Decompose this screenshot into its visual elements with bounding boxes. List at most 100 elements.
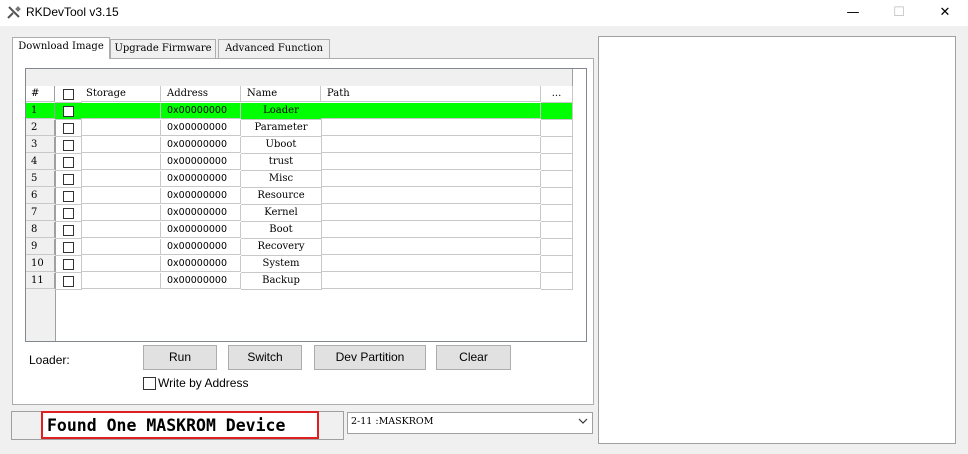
- row-storage[interactable]: [81, 171, 161, 187]
- row-name[interactable]: Boot: [241, 222, 322, 239]
- row-name[interactable]: Uboot: [241, 137, 322, 154]
- row-checkbox[interactable]: [63, 191, 74, 202]
- row-name[interactable]: Loader: [241, 103, 322, 120]
- row-checkbox-cell[interactable]: [55, 120, 82, 137]
- row-browse[interactable]: [541, 256, 573, 273]
- row-storage[interactable]: [81, 154, 161, 170]
- row-checkbox[interactable]: [63, 174, 74, 185]
- row-storage[interactable]: [81, 188, 161, 204]
- row-checkbox[interactable]: [63, 208, 74, 219]
- run-button[interactable]: Run: [143, 345, 217, 370]
- col-header-path[interactable]: Path: [321, 86, 541, 102]
- row-name[interactable]: Parameter: [241, 120, 322, 137]
- row-browse[interactable]: [541, 120, 573, 137]
- row-storage[interactable]: [81, 103, 161, 119]
- row-address[interactable]: 0x00000000: [161, 120, 241, 136]
- row-browse[interactable]: [541, 171, 573, 188]
- row-address[interactable]: 0x00000000: [161, 256, 241, 272]
- row-path[interactable]: [321, 171, 541, 187]
- col-header-more[interactable]: ...: [541, 86, 573, 103]
- row-storage[interactable]: [81, 222, 161, 238]
- row-storage[interactable]: [81, 120, 161, 136]
- clear-button[interactable]: Clear: [436, 345, 511, 370]
- row-storage[interactable]: [81, 256, 161, 272]
- row-checkbox-cell[interactable]: [55, 137, 82, 154]
- dev-partition-button[interactable]: Dev Partition: [314, 345, 426, 370]
- row-address[interactable]: 0x00000000: [161, 103, 241, 119]
- row-checkbox-cell[interactable]: [55, 205, 82, 222]
- table-row[interactable]: 11 0x00000000 Backup: [26, 273, 573, 290]
- close-button[interactable]: ✕: [922, 0, 968, 26]
- row-browse[interactable]: [541, 103, 573, 120]
- row-checkbox[interactable]: [63, 225, 74, 236]
- row-path[interactable]: [321, 222, 541, 238]
- row-storage[interactable]: [81, 239, 161, 255]
- row-name[interactable]: System: [241, 256, 322, 273]
- table-row[interactable]: 2 0x00000000 Parameter: [26, 120, 573, 137]
- row-address[interactable]: 0x00000000: [161, 188, 241, 204]
- write-by-address-checkbox[interactable]: [143, 377, 156, 390]
- row-checkbox-cell[interactable]: [55, 103, 82, 120]
- row-name[interactable]: Resource: [241, 188, 322, 205]
- row-browse[interactable]: [541, 273, 573, 290]
- switch-button[interactable]: Switch: [228, 345, 302, 370]
- table-row[interactable]: 10 0x00000000 System: [26, 256, 573, 273]
- row-checkbox-cell[interactable]: [55, 222, 82, 239]
- row-address[interactable]: 0x00000000: [161, 171, 241, 187]
- row-checkbox-cell[interactable]: [55, 273, 82, 290]
- row-checkbox-cell[interactable]: [55, 154, 82, 171]
- row-name[interactable]: Backup: [241, 273, 322, 290]
- col-header-storage[interactable]: Storage: [81, 86, 161, 102]
- device-dropdown[interactable]: 2-11 :MASKROM: [347, 412, 593, 434]
- row-checkbox[interactable]: [63, 242, 74, 253]
- table-row[interactable]: 7 0x00000000 Kernel: [26, 205, 573, 222]
- row-address[interactable]: 0x00000000: [161, 205, 241, 221]
- table-row[interactable]: 1 0x00000000 Loader: [26, 103, 573, 120]
- row-name[interactable]: trust: [241, 154, 322, 171]
- row-browse[interactable]: [541, 154, 573, 171]
- row-checkbox[interactable]: [63, 276, 74, 287]
- write-by-address-label[interactable]: Write by Address: [158, 376, 248, 390]
- row-address[interactable]: 0x00000000: [161, 137, 241, 153]
- row-path[interactable]: [321, 273, 541, 289]
- row-browse[interactable]: [541, 239, 573, 256]
- row-path[interactable]: [321, 239, 541, 255]
- tab-download-image[interactable]: Download Image: [12, 37, 110, 59]
- table-row[interactable]: 8 0x00000000 Boot: [26, 222, 573, 239]
- row-path[interactable]: [321, 205, 541, 221]
- row-storage[interactable]: [81, 137, 161, 153]
- tab-upgrade-firmware[interactable]: Upgrade Firmware: [110, 39, 216, 58]
- row-checkbox-cell[interactable]: [55, 256, 82, 273]
- chevron-down-icon[interactable]: [578, 416, 588, 426]
- maximize-button[interactable]: ☐: [876, 0, 922, 26]
- row-checkbox[interactable]: [63, 259, 74, 270]
- row-address[interactable]: 0x00000000: [161, 239, 241, 255]
- table-row[interactable]: 4 0x00000000 trust: [26, 154, 573, 171]
- row-address[interactable]: 0x00000000: [161, 273, 241, 289]
- row-address[interactable]: 0x00000000: [161, 154, 241, 170]
- table-row[interactable]: 5 0x00000000 Misc: [26, 171, 573, 188]
- row-checkbox-cell[interactable]: [55, 188, 82, 205]
- table-row[interactable]: 9 0x00000000 Recovery: [26, 239, 573, 256]
- row-checkbox[interactable]: [63, 140, 74, 151]
- tab-advanced-function[interactable]: Advanced Function: [218, 39, 330, 58]
- row-name[interactable]: Kernel: [241, 205, 322, 222]
- row-name[interactable]: Misc: [241, 171, 322, 188]
- row-address[interactable]: 0x00000000: [161, 222, 241, 238]
- row-browse[interactable]: [541, 188, 573, 205]
- col-header-address[interactable]: Address: [161, 86, 241, 102]
- log-output-panel[interactable]: [598, 36, 956, 444]
- row-checkbox[interactable]: [63, 106, 74, 117]
- row-checkbox-cell[interactable]: [55, 239, 82, 256]
- select-all-checkbox[interactable]: [63, 89, 74, 100]
- row-checkbox-cell[interactable]: [55, 171, 82, 188]
- row-storage[interactable]: [81, 205, 161, 221]
- row-path[interactable]: [321, 103, 541, 119]
- col-header-select-all[interactable]: [55, 86, 82, 103]
- row-browse[interactable]: [541, 205, 573, 222]
- row-checkbox[interactable]: [63, 123, 74, 134]
- row-path[interactable]: [321, 188, 541, 204]
- table-row[interactable]: 3 0x00000000 Uboot: [26, 137, 573, 154]
- row-path[interactable]: [321, 154, 541, 170]
- row-checkbox[interactable]: [63, 157, 74, 168]
